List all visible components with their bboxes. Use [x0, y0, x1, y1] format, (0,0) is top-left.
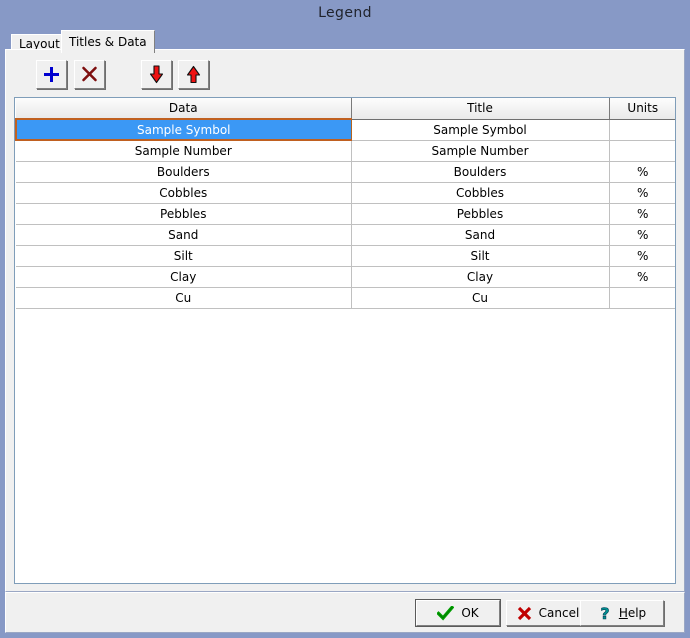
- delete-row-button[interactable]: [74, 60, 105, 89]
- cell-data[interactable]: Sample Symbol: [16, 119, 351, 140]
- ok-button-label: OK: [461, 606, 478, 620]
- cell-title[interactable]: Boulders: [351, 162, 609, 183]
- add-row-button[interactable]: [36, 60, 67, 89]
- help-button[interactable]: ? Help: [580, 600, 664, 626]
- table-row[interactable]: Sample Number Sample Number: [16, 140, 676, 162]
- plus-icon: [43, 66, 60, 83]
- move-up-button[interactable]: [178, 60, 209, 89]
- cell-data[interactable]: Sample Number: [16, 140, 351, 162]
- table-row[interactable]: Cu Cu: [16, 288, 676, 309]
- column-header-title[interactable]: Title: [351, 98, 609, 119]
- table-row[interactable]: Silt Silt %: [16, 246, 676, 267]
- column-header-units[interactable]: Units: [609, 98, 676, 119]
- cell-data[interactable]: Cobbles: [16, 183, 351, 204]
- legend-data-grid[interactable]: Data Title Units Sample Symbol Sample Sy…: [14, 97, 676, 584]
- cell-units[interactable]: [609, 288, 676, 309]
- cell-units[interactable]: %: [609, 246, 676, 267]
- x-cross-icon: [81, 66, 98, 83]
- cell-title[interactable]: Cobbles: [351, 183, 609, 204]
- cancel-button[interactable]: Cancel: [506, 600, 590, 626]
- cell-units[interactable]: [609, 119, 676, 140]
- cell-title[interactable]: Sample Number: [351, 140, 609, 162]
- cell-units[interactable]: %: [609, 162, 676, 183]
- red-x-icon: [517, 606, 532, 621]
- cell-data[interactable]: Clay: [16, 267, 351, 288]
- dialog-button-bar: OK Cancel ? Help: [5, 592, 685, 633]
- green-check-icon: [437, 606, 454, 621]
- cell-data[interactable]: Boulders: [16, 162, 351, 183]
- cell-data[interactable]: Sand: [16, 225, 351, 246]
- arrow-up-icon: [186, 65, 201, 84]
- tab-titles-and-data-label: Titles & Data: [69, 35, 147, 49]
- cell-title[interactable]: Sample Symbol: [351, 119, 609, 140]
- column-header-data[interactable]: Data: [16, 98, 351, 119]
- cell-units[interactable]: %: [609, 267, 676, 288]
- cell-data[interactable]: Cu: [16, 288, 351, 309]
- cell-title[interactable]: Cu: [351, 288, 609, 309]
- tab-titles-and-data[interactable]: Titles & Data: [61, 30, 155, 53]
- svg-text:?: ?: [600, 605, 609, 622]
- question-mark-icon: ?: [598, 605, 612, 622]
- cell-units[interactable]: %: [609, 225, 676, 246]
- cell-data[interactable]: Silt: [16, 246, 351, 267]
- cell-units[interactable]: %: [609, 204, 676, 225]
- window-title: Legend: [318, 5, 372, 21]
- grid-toolbar: [6, 52, 684, 92]
- cell-units[interactable]: %: [609, 183, 676, 204]
- cell-data[interactable]: Pebbles: [16, 204, 351, 225]
- tab-panel-titles-and-data: Data Title Units Sample Symbol Sample Sy…: [5, 49, 685, 592]
- legend-data-table: Data Title Units Sample Symbol Sample Sy…: [15, 98, 676, 309]
- dialog-client-area: Layout Titles & Data: [5, 27, 685, 592]
- table-row[interactable]: Boulders Boulders %: [16, 162, 676, 183]
- arrow-down-icon: [149, 65, 164, 84]
- title-bar: Legend: [0, 0, 690, 26]
- cell-title[interactable]: Clay: [351, 267, 609, 288]
- table-body: Sample Symbol Sample Symbol Sample Numbe…: [16, 119, 676, 309]
- table-row[interactable]: Pebbles Pebbles %: [16, 204, 676, 225]
- ok-button[interactable]: OK: [416, 600, 500, 626]
- help-accel-letter: H: [619, 606, 628, 620]
- cancel-button-label: Cancel: [539, 606, 580, 620]
- cell-units[interactable]: [609, 140, 676, 162]
- cell-title[interactable]: Silt: [351, 246, 609, 267]
- table-row[interactable]: Cobbles Cobbles %: [16, 183, 676, 204]
- table-row[interactable]: Sample Symbol Sample Symbol: [16, 119, 676, 140]
- cell-title[interactable]: Sand: [351, 225, 609, 246]
- move-down-button[interactable]: [141, 60, 172, 89]
- legend-dialog-window: Legend Layout Titles & Data: [0, 0, 690, 638]
- table-header-row: Data Title Units: [16, 98, 676, 119]
- table-row[interactable]: Clay Clay %: [16, 267, 676, 288]
- help-button-label: Help: [619, 606, 646, 620]
- help-label-rest: elp: [628, 606, 646, 620]
- table-row[interactable]: Sand Sand %: [16, 225, 676, 246]
- cell-title[interactable]: Pebbles: [351, 204, 609, 225]
